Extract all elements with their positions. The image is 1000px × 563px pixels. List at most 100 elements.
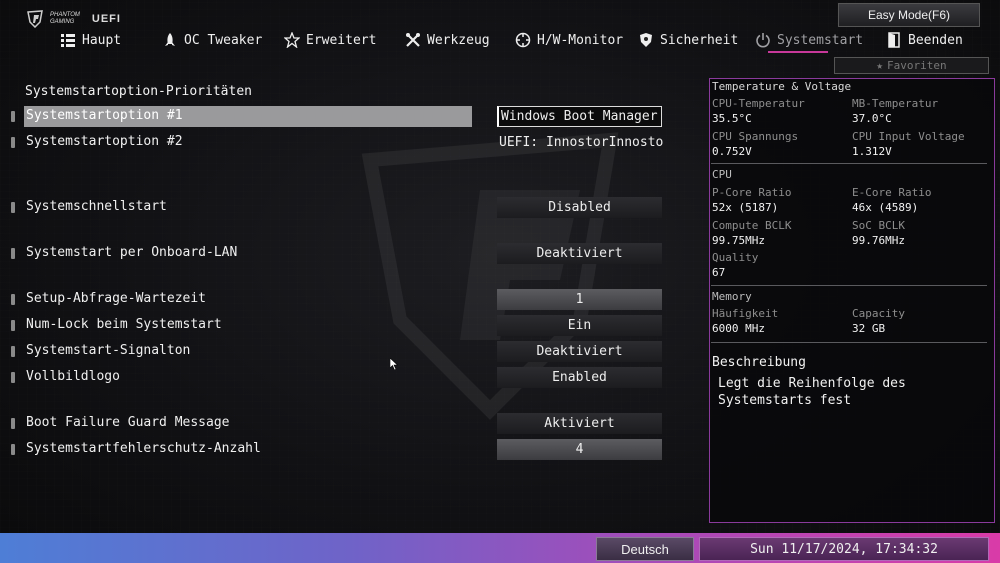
phantom-gaming-icon	[27, 10, 43, 28]
setting-value-dropdown[interactable]: Windows Boot Manager ...	[497, 106, 662, 127]
setting-value-input[interactable]: 1	[497, 289, 662, 310]
tab-label: OC Tweaker	[184, 32, 263, 48]
row-marker	[11, 294, 15, 305]
star-icon: ★	[876, 59, 883, 72]
list-icon	[61, 34, 75, 47]
setting-value-dropdown[interactable]: UEFI: InnostorInnosto...	[497, 132, 664, 153]
datetime-display: Sun 11/17/2024, 17:34:32	[699, 537, 989, 561]
exit-icon	[888, 32, 900, 48]
brand-line-1: PHANTOM	[50, 12, 80, 18]
monitor-icon	[515, 32, 531, 48]
row-marker	[11, 346, 15, 357]
description-title: Beschreibung	[712, 355, 806, 370]
e-core-label: E-Core Ratio	[852, 186, 932, 199]
compute-bclk-label: Compute BCLK	[712, 219, 792, 232]
setting-label: Systemstartoption #1	[26, 108, 183, 123]
setting-row-boot-failure-guard-count[interactable]: Systemstartfehlerschutz-Anzahl 4	[0, 439, 680, 461]
p-core-value: 52x (5187)	[712, 201, 779, 214]
row-marker	[11, 418, 15, 429]
tab-oc-tweaker[interactable]: OC Tweaker	[162, 28, 262, 52]
setting-label: Systemstartoption #2	[26, 134, 183, 149]
language-button[interactable]: Deutsch	[596, 537, 694, 561]
tab-label: Sicherheit	[660, 32, 739, 48]
brand-text: PHANTOM GAMING	[50, 12, 80, 26]
favorites-label: Favoriten	[887, 59, 947, 72]
cpu-temp-label: CPU-Temperatur	[712, 97, 805, 110]
setting-value-input[interactable]: 4	[497, 439, 662, 460]
setting-row-setup-wait[interactable]: Setup-Abfrage-Wartezeit 1	[0, 289, 680, 311]
memory-section-title: Memory	[712, 290, 752, 303]
cpu-section-title: CPU	[712, 168, 732, 181]
mb-temp-label: MB-Temperatur	[852, 97, 939, 110]
main-tabs: Haupt OC Tweaker Erweitert Werkzeug H/W-…	[0, 28, 1000, 52]
compute-bclk-value: 99.75MHz	[712, 234, 765, 247]
tab-label: Haupt	[82, 32, 122, 48]
p-core-label: P-Core Ratio	[712, 186, 792, 199]
tab-systemstart[interactable]: Systemstart	[755, 28, 863, 52]
row-marker	[11, 320, 15, 331]
frequency-label: Häufigkeit	[712, 307, 779, 320]
description-text: Legt die Reihenfolge des Systemstarts fe…	[718, 376, 906, 408]
setting-label: Systemstartfehlerschutz-Anzahl	[26, 441, 261, 456]
setting-value-dropdown[interactable]: Deaktiviert	[497, 243, 662, 264]
tab-hw-monitor[interactable]: H/W-Monitor	[515, 28, 623, 52]
setting-value-dropdown[interactable]: Enabled	[497, 367, 662, 388]
tab-erweitert[interactable]: Erweitert	[284, 28, 376, 52]
shield-icon	[640, 33, 652, 47]
setting-row-boot-failure-guard-message[interactable]: Boot Failure Guard Message Aktiviert	[0, 413, 680, 435]
favorites-button[interactable]: ★ Favoriten	[834, 57, 989, 74]
active-tab-underline	[768, 51, 828, 53]
capacity-label: Capacity	[852, 307, 905, 320]
star-icon	[284, 32, 300, 48]
tools-icon	[406, 33, 420, 47]
brand-logo: PHANTOM GAMING UEFI	[26, 10, 121, 28]
setting-label: Systemstart per Onboard-LAN	[26, 245, 238, 260]
setting-label: Num-Lock beim Systemstart	[26, 317, 222, 332]
quality-label: Quality	[712, 251, 759, 264]
setting-value-dropdown[interactable]: Ein	[497, 315, 662, 336]
tab-label: Beenden	[908, 32, 963, 48]
cpu-input-voltage-label: CPU Input Voltage	[852, 130, 965, 143]
setting-value-dropdown[interactable]: Deaktiviert	[497, 341, 662, 362]
easy-mode-button[interactable]: Easy Mode(F6)	[838, 3, 980, 27]
tab-label: Werkzeug	[427, 32, 490, 48]
setting-label: Systemstart-Signalton	[26, 343, 191, 358]
uefi-label: UEFI	[91, 13, 121, 25]
tab-sicherheit[interactable]: Sicherheit	[638, 28, 738, 52]
divider	[711, 163, 987, 164]
setting-row-full-screen-logo[interactable]: Vollbildlogo Enabled	[0, 367, 680, 389]
setting-value-dropdown[interactable]: Disabled	[497, 197, 662, 218]
setting-row-boot-option-1[interactable]: Systemstartoption #1 Windows Boot Manage…	[0, 106, 680, 128]
cpu-voltage-value: 0.752V	[712, 145, 752, 158]
setting-label: Boot Failure Guard Message	[26, 415, 230, 430]
tab-label: Erweitert	[306, 32, 377, 48]
brand-line-2: GAMING	[50, 19, 75, 25]
tab-beenden[interactable]: Beenden	[886, 28, 963, 52]
setting-row-fast-boot[interactable]: Systemschnellstart Disabled	[0, 197, 680, 219]
cpu-voltage-label: CPU Spannungs	[712, 130, 799, 143]
soc-bclk-value: 99.76MHz	[852, 234, 905, 247]
divider	[711, 285, 987, 286]
soc-bclk-label: SoC BCLK	[852, 219, 905, 232]
frequency-value: 6000 MHz	[712, 322, 765, 335]
row-marker	[11, 372, 15, 383]
row-marker	[11, 444, 15, 455]
power-icon	[756, 33, 770, 48]
row-marker	[11, 202, 15, 213]
tab-haupt[interactable]: Haupt	[60, 28, 121, 52]
tab-label: Systemstart	[777, 32, 864, 48]
setting-value-dropdown[interactable]: Aktiviert	[497, 413, 662, 434]
cpu-temp-value: 35.5°C	[712, 112, 752, 125]
setting-row-num-lock[interactable]: Num-Lock beim Systemstart Ein	[0, 315, 680, 337]
tab-werkzeug[interactable]: Werkzeug	[405, 28, 490, 52]
setting-label: Setup-Abfrage-Wartezeit	[26, 291, 207, 306]
setting-row-onboard-lan[interactable]: Systemstart per Onboard-LAN Deaktiviert	[0, 243, 680, 265]
setting-row-boot-option-2[interactable]: Systemstartoption #2 UEFI: InnostorInnos…	[0, 132, 680, 154]
cpu-input-voltage-value: 1.312V	[852, 145, 892, 158]
row-marker	[11, 137, 15, 148]
setting-row-beep[interactable]: Systemstart-Signalton Deaktiviert	[0, 341, 680, 363]
row-marker	[11, 111, 15, 122]
divider	[711, 342, 987, 343]
rocket-icon	[165, 33, 175, 46]
info-panel: Temperature & Voltage CPU-Temperatur MB-…	[709, 78, 995, 523]
